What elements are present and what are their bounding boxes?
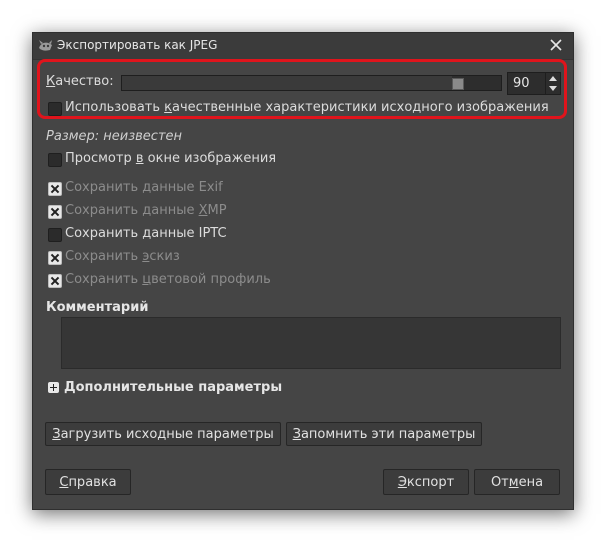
comment-heading: Комментарий <box>46 300 149 315</box>
save-exif-checkbox[interactable] <box>48 182 62 196</box>
gimp-icon <box>39 40 52 51</box>
advanced-options-expander[interactable]: Дополнительные параметры <box>64 380 282 395</box>
save-xmp-checkbox[interactable] <box>48 205 62 219</box>
save-exif-label: Сохранить данные Exif <box>65 180 223 195</box>
save-defaults-button[interactable]: Запомнить эти параметры <box>286 422 482 446</box>
comment-textarea[interactable] <box>61 317 561 369</box>
cancel-button[interactable]: Отмена <box>474 469 560 495</box>
export-button[interactable]: Экспорт <box>383 469 469 495</box>
save-thumbnail-label: Сохранить эскиз <box>65 249 180 264</box>
close-icon[interactable] <box>547 36 565 54</box>
help-button[interactable]: Справка <box>45 469 131 495</box>
size-info: Размер: неизвестен <box>46 129 183 144</box>
preview-label: Просмотр в окне изображения <box>65 151 277 166</box>
expander-plus-icon[interactable] <box>48 382 59 393</box>
save-color-profile-label: Сохранить цветовой профиль <box>65 272 271 287</box>
titlebar: Экспортировать как JPEG <box>33 33 573 60</box>
save-thumbnail-checkbox[interactable] <box>48 251 62 265</box>
window-title: Экспортировать как JPEG <box>57 38 218 52</box>
save-color-profile-checkbox[interactable] <box>48 274 62 288</box>
save-iptc-checkbox[interactable] <box>48 228 62 242</box>
save-xmp-label: Сохранить данные XMP <box>65 203 227 218</box>
highlight-frame <box>37 59 567 119</box>
preview-checkbox[interactable] <box>48 153 62 167</box>
save-iptc-label: Сохранить данные IPTC <box>65 226 227 241</box>
load-defaults-button[interactable]: Загрузить исходные параметры <box>45 422 281 446</box>
export-jpeg-dialog: Экспортировать как JPEG Качество: 90 Исп… <box>32 32 574 510</box>
